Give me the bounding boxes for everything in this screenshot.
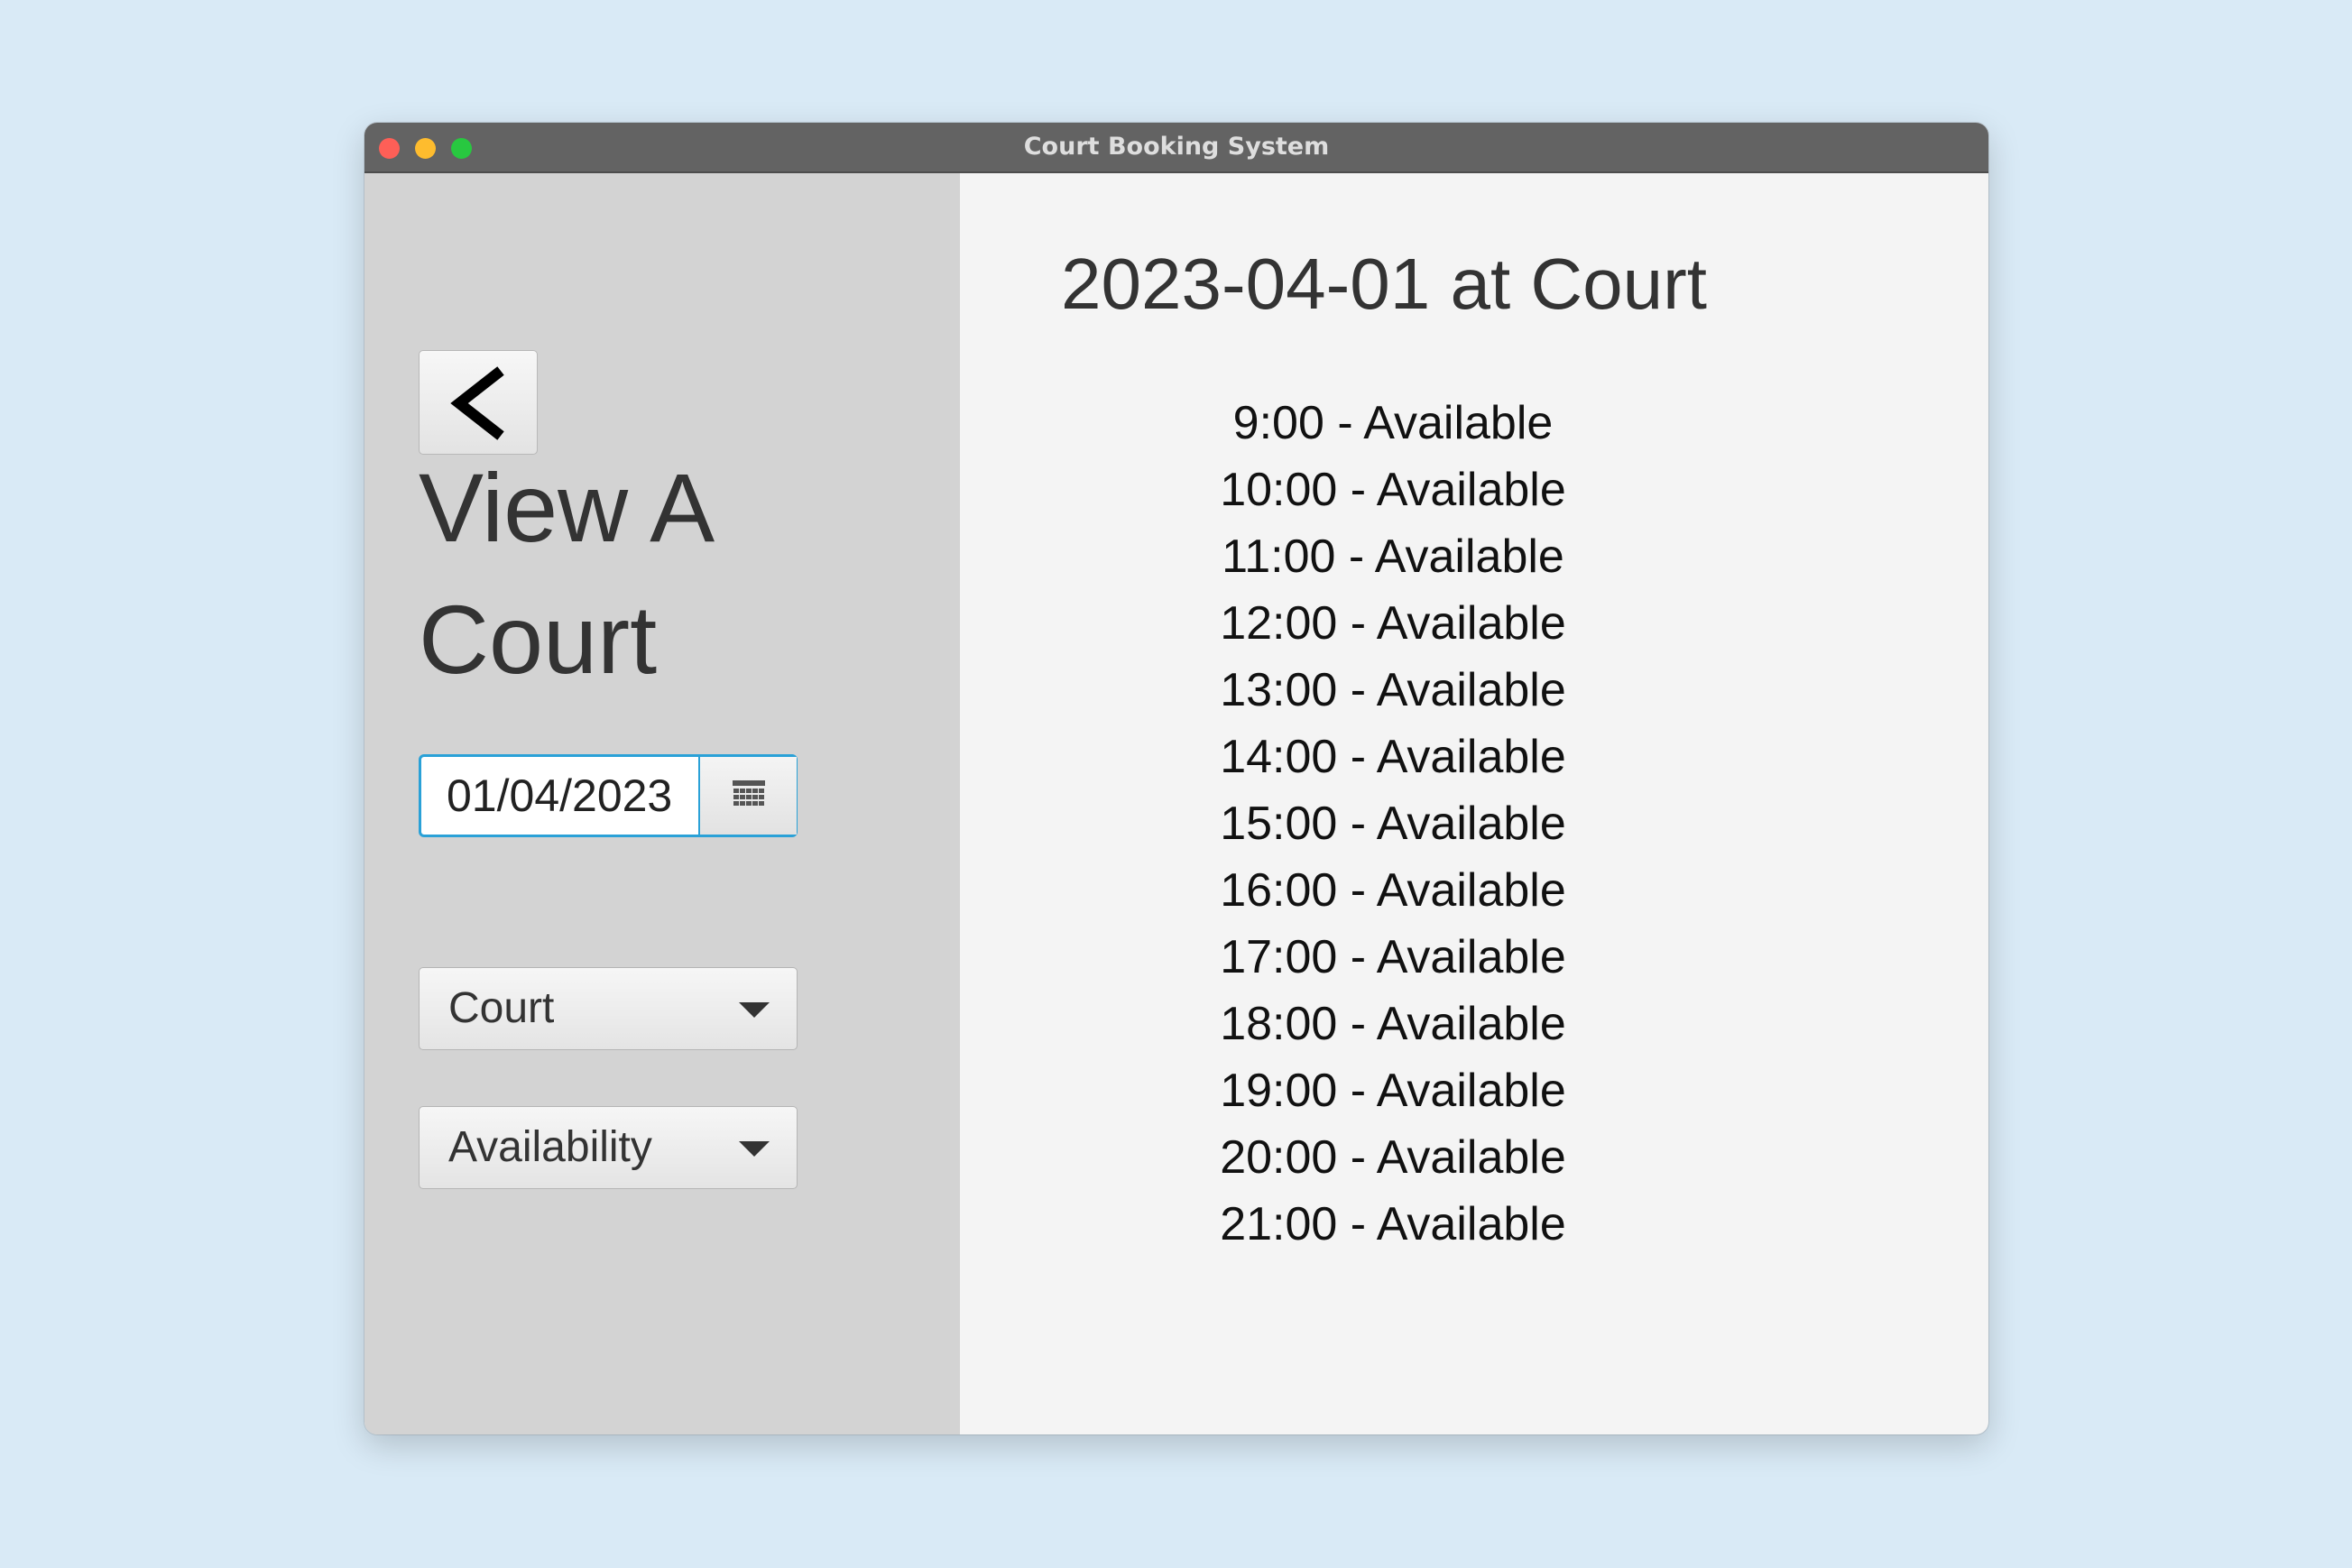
calendar-icon: [733, 780, 765, 806]
title-bar[interactable]: Court Booking System: [364, 123, 1988, 173]
availability-select[interactable]: Availability: [419, 1106, 798, 1189]
date-picker: [419, 754, 798, 837]
time-slot-item: 13:00 - Available: [1220, 664, 1566, 716]
main-panel: 2023-04-01 at Court 9:00 - Available 10:…: [960, 173, 1988, 1434]
time-slot-item: 14:00 - Available: [1220, 731, 1566, 783]
window-title: Court Booking System: [1023, 133, 1330, 161]
result-heading: 2023-04-01 at Court: [1061, 244, 1708, 324]
court-select[interactable]: Court: [419, 967, 798, 1050]
back-button[interactable]: [419, 350, 538, 455]
time-slot-list: 9:00 - Available 10:00 - Available 11:00…: [1041, 390, 1745, 1258]
availability-select-label: Availability: [448, 1123, 652, 1171]
calendar-button[interactable]: [698, 757, 797, 835]
time-slot-item: 21:00 - Available: [1220, 1198, 1566, 1250]
time-slot-item: 19:00 - Available: [1220, 1065, 1566, 1117]
app-window: Court Booking System View A Court 01/04/…: [364, 123, 1988, 1434]
time-slot-item: 18:00 - Available: [1220, 998, 1566, 1050]
chevron-down-icon: [739, 1002, 770, 1018]
time-slot-item: 9:00 - Available: [1232, 397, 1554, 449]
time-slot-item: 15:00 - Available: [1220, 798, 1566, 850]
date-field[interactable]: [421, 757, 698, 835]
page-title: View A Court: [419, 453, 710, 694]
sidebar: View A Court Court Availability: [364, 173, 960, 1434]
chevron-down-icon: [739, 1141, 770, 1157]
time-slot-item: 16:00 - Available: [1220, 864, 1566, 917]
time-slot-item: 11:00 - Available: [1222, 530, 1564, 583]
chevron-left-icon: [450, 366, 504, 440]
time-slot-item: 17:00 - Available: [1220, 931, 1566, 983]
time-slot-item: 12:00 - Available: [1220, 597, 1566, 650]
time-slot-item: 20:00 - Available: [1220, 1131, 1566, 1184]
time-slot-item: 10:00 - Available: [1220, 464, 1566, 516]
court-select-label: Court: [448, 984, 555, 1032]
